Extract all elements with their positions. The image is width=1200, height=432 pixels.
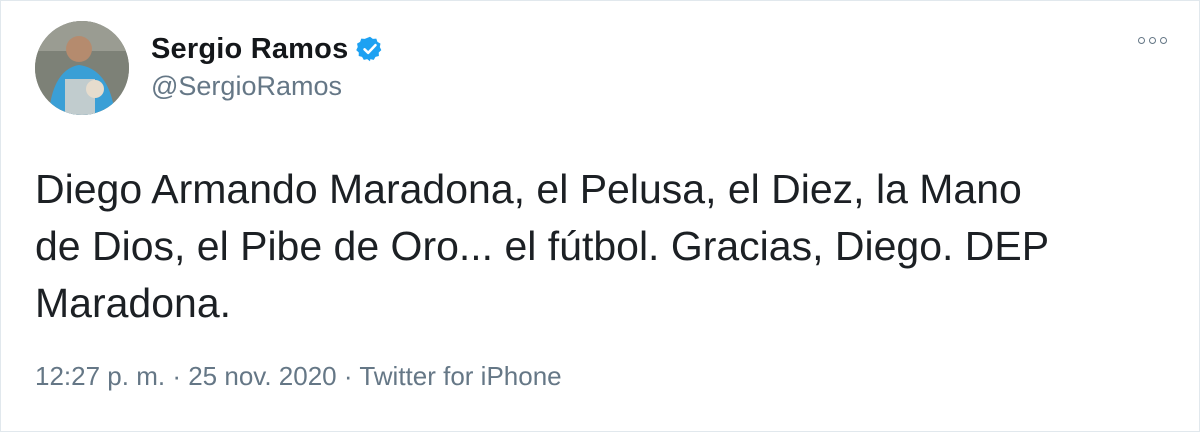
verified-badge-icon: [356, 35, 384, 63]
name-row: Sergio Ramos: [151, 29, 384, 69]
avatar-image: [35, 21, 129, 115]
tweet-text-line: Diego Armando Maradona, el Pelusa, el Di…: [35, 166, 1022, 212]
more-options-icon[interactable]: [1138, 37, 1167, 44]
tweet-source-link[interactable]: Twitter for iPhone: [359, 361, 561, 391]
tweet-date[interactable]: 25 nov. 2020: [188, 361, 336, 391]
more-dot: [1160, 37, 1167, 44]
meta-separator: ·: [343, 361, 353, 391]
tweet-text: Diego Armando Maradona, el Pelusa, el Di…: [35, 161, 1165, 332]
tweet-meta: 12:27 p. m. · 25 nov. 2020 · Twitter for…: [35, 361, 562, 392]
user-handle[interactable]: @SergioRamos: [151, 71, 384, 102]
tweet-text-line: Maradona.: [35, 280, 232, 326]
avatar[interactable]: [35, 21, 129, 115]
more-dot: [1149, 37, 1156, 44]
more-dot: [1138, 37, 1145, 44]
tweet-header: Sergio Ramos @SergioRamos: [151, 29, 384, 102]
meta-separator: ·: [172, 361, 181, 391]
display-name[interactable]: Sergio Ramos: [151, 33, 348, 66]
tweet-text-line: de Dios, el Pibe de Oro... el fútbol. Gr…: [35, 223, 1050, 269]
tweet-time[interactable]: 12:27 p. m.: [35, 361, 165, 391]
tweet-card: Sergio Ramos @SergioRamos Diego Armando …: [0, 0, 1200, 432]
